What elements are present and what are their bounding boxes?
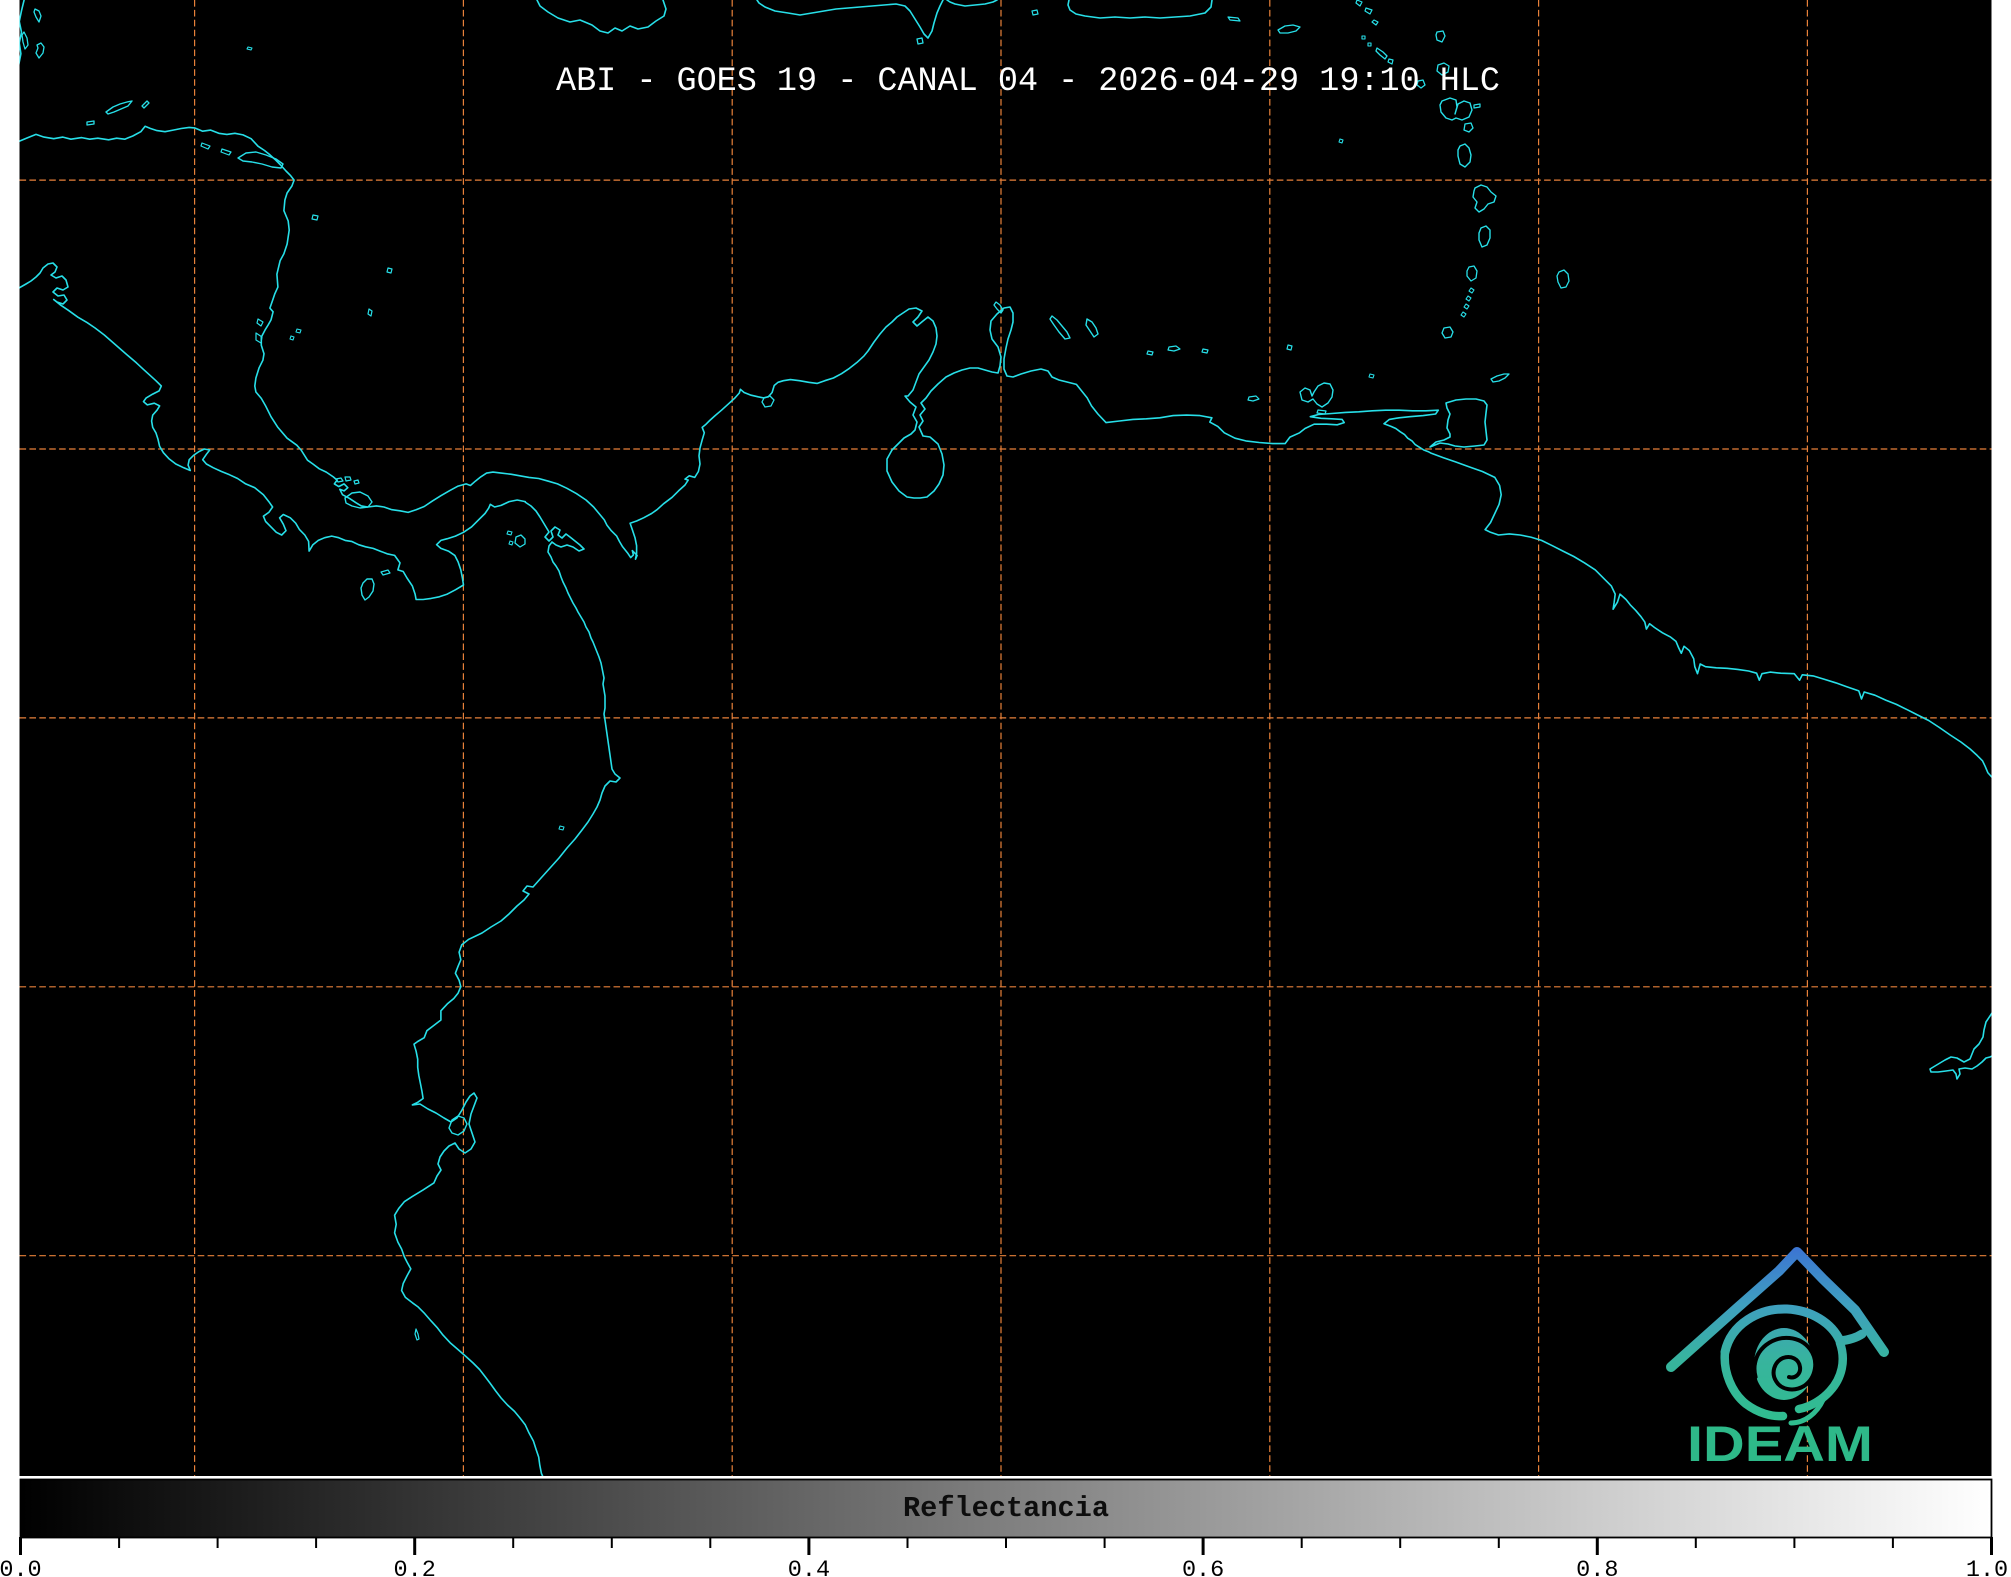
svg-text:0.6: 0.6 <box>1182 1557 1224 1577</box>
svg-text:Reflectancia: Reflectancia <box>903 1492 1109 1525</box>
svg-text:IDEAM: IDEAM <box>1687 1416 1873 1472</box>
svg-text:0.0: 0.0 <box>0 1557 42 1577</box>
svg-text:0.8: 0.8 <box>1576 1557 1618 1577</box>
svg-text:0.2: 0.2 <box>394 1557 436 1577</box>
svg-text:1.0: 1.0 <box>1966 1557 2008 1577</box>
svg-text:ABI - GOES 19 - CANAL 04 - 202: ABI - GOES 19 - CANAL 04 - 2026-04-29 19… <box>556 62 1500 101</box>
svg-text:0.4: 0.4 <box>788 1557 830 1577</box>
